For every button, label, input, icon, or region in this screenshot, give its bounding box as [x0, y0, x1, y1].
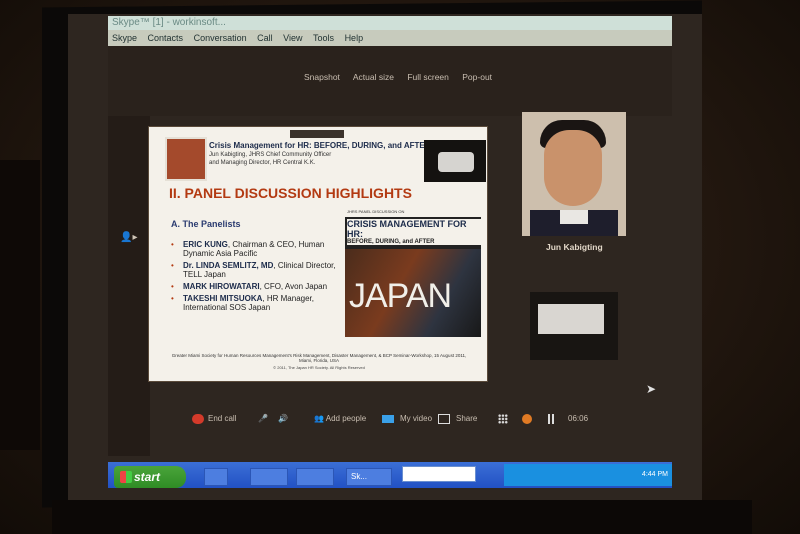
portrait-face — [544, 130, 602, 206]
poster-subtitle: BEFORE, DURING, and AFTER — [347, 239, 483, 245]
poster-word: JAPAN — [349, 277, 452, 315]
my-video-button[interactable]: My video — [382, 414, 432, 423]
slide-section: A. The Panelists — [171, 219, 241, 229]
screen-stand — [52, 500, 752, 534]
panelist-list: ERIC KUNG, Chairman & CEO, Human Dynamic… — [171, 240, 341, 315]
menu-view[interactable]: View — [283, 33, 302, 43]
taskbar-item[interactable] — [204, 468, 228, 486]
slide-subheader-1: Jun Kabigting, JHRS Chief Community Offi… — [209, 152, 332, 158]
share-icon — [438, 414, 450, 424]
society-logo — [165, 137, 207, 181]
my-video-preview[interactable] — [530, 292, 618, 360]
camera-icon — [382, 414, 394, 423]
list-item: ERIC KUNG, Chairman & CEO, Human Dynamic… — [171, 240, 341, 258]
menu-help[interactable]: Help — [345, 33, 364, 43]
poster-kicker: JHRS PANEL DISCUSSION ON — [347, 209, 405, 214]
list-item: TAKESHI MITSUOKA, HR Manager, Internatio… — [171, 294, 341, 312]
portrait-collar — [560, 210, 588, 224]
window-title: Skype™ [1] - workinsoft... — [108, 16, 672, 30]
video-toolbar: Snapshot Actual size Full screen Pop-out — [304, 72, 503, 82]
people-icon: 👥 — [314, 414, 326, 423]
signal-bars-icon — [548, 414, 558, 424]
volume-button[interactable]: 🔊 — [278, 414, 288, 423]
taskbar-skype[interactable]: Sk... — [346, 468, 392, 486]
status-indicator — [522, 414, 532, 424]
slide-heading: II. PANEL DISCUSSION HIGHLIGHTS — [169, 185, 412, 201]
snapshot-button[interactable]: Snapshot — [304, 72, 340, 82]
projected-desktop: Skype™ [1] - workinsoft... Skype Contact… — [68, 14, 702, 500]
poster-image: JHRS PANEL DISCUSSION ON CRISIS MANAGEME… — [345, 209, 483, 337]
list-item: Dr. LINDA SEMLITZ, MD, Clinical Director… — [171, 261, 341, 279]
list-item: MARK HIROWATARI, CFO, Avon Japan — [171, 282, 341, 291]
call-quality-button[interactable] — [548, 414, 558, 424]
slide-copyright: © 2011, The Japan HR Society. All Rights… — [273, 365, 365, 370]
menu-conversation[interactable]: Conversation — [194, 33, 247, 43]
taskbar-item[interactable] — [296, 468, 334, 486]
dialpad-button[interactable] — [498, 414, 508, 424]
phone-icon — [192, 414, 204, 424]
clock: 4:44 PM — [641, 471, 668, 478]
system-tray: 4:44 PM — [504, 464, 672, 486]
call-timer: 06:06 — [568, 414, 589, 423]
menu-skype[interactable]: Skype — [112, 33, 137, 43]
menu-bar: Skype Contacts Conversation Call View To… — [108, 30, 672, 46]
taskbar-item[interactable] — [250, 468, 288, 486]
slide-header: Crisis Management for HR: BEFORE, DURING… — [209, 141, 431, 150]
mute-button[interactable]: 🎤 — [258, 414, 268, 423]
contacts-icon[interactable]: 👤▸ — [120, 232, 137, 243]
poster-title: CRISIS MANAGEMENT FOR HR: — [347, 219, 483, 239]
dialpad-icon — [498, 414, 508, 424]
full-screen-button[interactable]: Full screen — [407, 72, 449, 82]
add-people-button[interactable]: 👥 Add people — [314, 414, 366, 423]
slide-chip — [290, 130, 344, 138]
call-controls: End call 🎤 🔊 👥 Add people My video Share… — [108, 400, 672, 440]
end-call-button[interactable]: End call — [192, 414, 236, 424]
slide-subheader-2: and Managing Director, HR Central K.K. — [209, 160, 316, 166]
pop-out-button[interactable]: Pop-out — [462, 72, 492, 82]
windows-logo-icon — [120, 471, 132, 483]
participant-video[interactable] — [522, 112, 626, 236]
menu-contacts[interactable]: Contacts — [148, 33, 184, 43]
mouse-cursor-icon: ➤ — [646, 382, 657, 396]
slide-footer: Greater Miami Society for Human Resource… — [171, 353, 467, 363]
video-thumbnail-top[interactable] — [424, 140, 486, 182]
actual-size-button[interactable]: Actual size — [353, 72, 394, 82]
menu-tools[interactable]: Tools — [313, 33, 334, 43]
search-input[interactable] — [402, 466, 476, 482]
wall-left — [0, 160, 40, 450]
participant-name: Jun Kabigting — [546, 242, 603, 252]
menu-call[interactable]: Call — [257, 33, 273, 43]
share-button[interactable]: Share — [438, 414, 477, 424]
status-dot-icon — [522, 414, 532, 424]
